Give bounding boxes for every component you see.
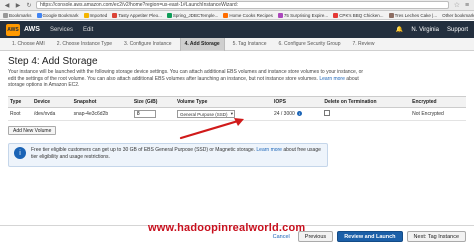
column-header: Volume Type (175, 96, 272, 108)
bookmark-item[interactable]: Home Cooks Recipes (223, 12, 273, 18)
wizard-tab[interactable]: 3. Configure Instance (120, 38, 176, 51)
notice-text-1: Free tier eligible customers can get up … (31, 147, 255, 153)
aws-brand[interactable]: AWS (24, 26, 40, 33)
cell-size (131, 107, 176, 121)
other-bookmarks[interactable]: Other bookmarks (442, 13, 474, 18)
wizard-tab[interactable]: 7. Review (348, 38, 378, 51)
bookmark-label: Home Cooks Recipes (229, 12, 273, 18)
bookmark-item[interactable]: Bookmarks (3, 12, 32, 18)
column-header: Encrypted (410, 96, 466, 108)
aws-logo-icon[interactable]: AWS (6, 23, 20, 36)
support-menu[interactable]: Support (447, 27, 468, 33)
wizard-tab[interactable]: 4. Add Storage (179, 37, 225, 51)
cell-type: Root (8, 107, 32, 121)
bookmark-favicon-icon (388, 12, 394, 18)
bookmark-label: Spring_JDBCTemple... (172, 12, 219, 18)
services-menu[interactable]: Services (50, 27, 73, 33)
bookmark-label: CPK's BBQ Chicken... (339, 12, 384, 18)
bookmark-label: Imported (89, 12, 108, 18)
region-menu[interactable]: N. Virginia (411, 27, 439, 33)
column-header: Snapshot (71, 96, 132, 108)
bookmark-label: Tasty Appetiter Pleo... (118, 12, 162, 18)
info-icon[interactable]: i (297, 111, 303, 116)
column-header: Type (8, 96, 32, 108)
page-title: Step 4: Add Storage (8, 56, 98, 67)
address-bar[interactable]: https://console.aws.amazon.com/ec2/v2/ho… (36, 1, 449, 9)
column-header: Device (31, 96, 72, 108)
bookmark-label: Google Bookmark (42, 12, 79, 18)
notice-text: Free tier eligible customers can get up … (31, 147, 322, 163)
iops-value: 24 / 3000 (273, 111, 295, 117)
bookmark-item[interactable]: Spring_JDBCTemple... (166, 12, 219, 18)
bookmark-item[interactable]: Imported (83, 12, 108, 18)
bookmark-item[interactable]: CPK's BBQ Chicken... (333, 12, 384, 18)
column-header: Delete on Termination (322, 96, 411, 108)
forward-icon[interactable]: ▶ (14, 1, 22, 9)
free-tier-notice: i Free tier eligible customers can get u… (8, 143, 328, 167)
wizard-tab[interactable]: 2. Choose Instance Type (53, 38, 116, 51)
browser-menu-icon[interactable]: ≡ (463, 2, 471, 9)
bookmark-label: Bookmarks (9, 12, 32, 18)
cell-encrypted: Not Encrypted (410, 107, 466, 121)
bookmarks-bar: Bookmarks Google Bookmark Imported Tasty Ap… (0, 11, 474, 20)
step-content: Step 4: Add Storage Your instance will b… (8, 56, 468, 89)
wizard-tab[interactable]: 5. Tag Instance (229, 38, 271, 51)
review-and-launch-button[interactable]: Review and Launch (337, 231, 403, 242)
size-input[interactable] (133, 110, 156, 118)
bookmark-item[interactable]: Tasty Appetiter Pleo... (112, 12, 162, 18)
cell-device: /dev/xvda (31, 107, 72, 121)
bookmark-favicon-icon (277, 12, 283, 18)
edit-menu[interactable]: Edit (83, 27, 93, 33)
bell-icon[interactable]: 🔔 (396, 26, 403, 33)
step-description: Your instance will be launched with the … (8, 69, 368, 89)
table-header-row: Type Device Snapshot Size (GiB) Volume Type I… (8, 96, 466, 108)
address-text: https://console.aws.amazon.com/ec2/v2/ho… (40, 2, 239, 8)
delete-on-termination-checkbox[interactable] (324, 110, 331, 116)
browser-toolbar: ◀ ▶ ↻ https://console.aws.amazon.com/ec2… (0, 0, 474, 11)
wizard-tab[interactable]: 6. Configure Security Group (275, 38, 345, 51)
bookmark-favicon-icon (83, 12, 89, 18)
wizard-tab[interactable]: 1. Choose AMI (8, 38, 49, 51)
bookmark-favicon-icon (3, 12, 8, 18)
red-arrow-annotation (179, 118, 244, 140)
watermark: www.hadoopinrealworld.com (148, 222, 306, 234)
bookmark-item[interactable]: 75 Surprising Expire... (277, 12, 329, 18)
bookmark-favicon-icon (112, 12, 118, 18)
next-button[interactable]: Next: Tag Instance (406, 231, 466, 242)
bookmark-label: Tres Leches Cake |... (394, 12, 438, 18)
back-icon[interactable]: ◀ (3, 1, 11, 9)
wizard-steps: 1. Choose AMI 2. Choose Instance Type 3. C… (0, 37, 474, 51)
bookmark-favicon-icon (333, 12, 339, 18)
info-circle-icon: i (14, 147, 26, 159)
cell-snapshot: snap-4e3c6d2b (71, 107, 132, 121)
notice-learn-more-link[interactable]: Learn more (256, 147, 282, 153)
add-new-volume-button[interactable]: Add New Volume (8, 126, 57, 135)
bookmark-favicon-icon (166, 12, 172, 18)
desc-text: Your instance will be launched with the … (8, 69, 364, 82)
bookmark-item[interactable]: Tres Leches Cake |... (388, 12, 438, 18)
bookmark-favicon-icon (223, 12, 229, 18)
bookmark-label: 75 Surprising Expire... (283, 12, 329, 18)
learn-more-link[interactable]: Learn more (319, 76, 345, 82)
cell-delete (322, 107, 411, 121)
column-header: IOPS (271, 96, 323, 108)
column-header: Size (GiB) (131, 96, 176, 108)
bookmark-item[interactable]: Google Bookmark (36, 12, 79, 18)
bookmark-favicon-icon (36, 12, 42, 18)
reload-icon[interactable]: ↻ (25, 1, 33, 9)
bookmark-star-icon[interactable]: ☆ (454, 1, 460, 9)
aws-nav-bar: AWS AWS Services Edit 🔔 N. Virginia Supp… (0, 21, 474, 38)
cell-iops: 24 / 3000 i (271, 107, 323, 121)
